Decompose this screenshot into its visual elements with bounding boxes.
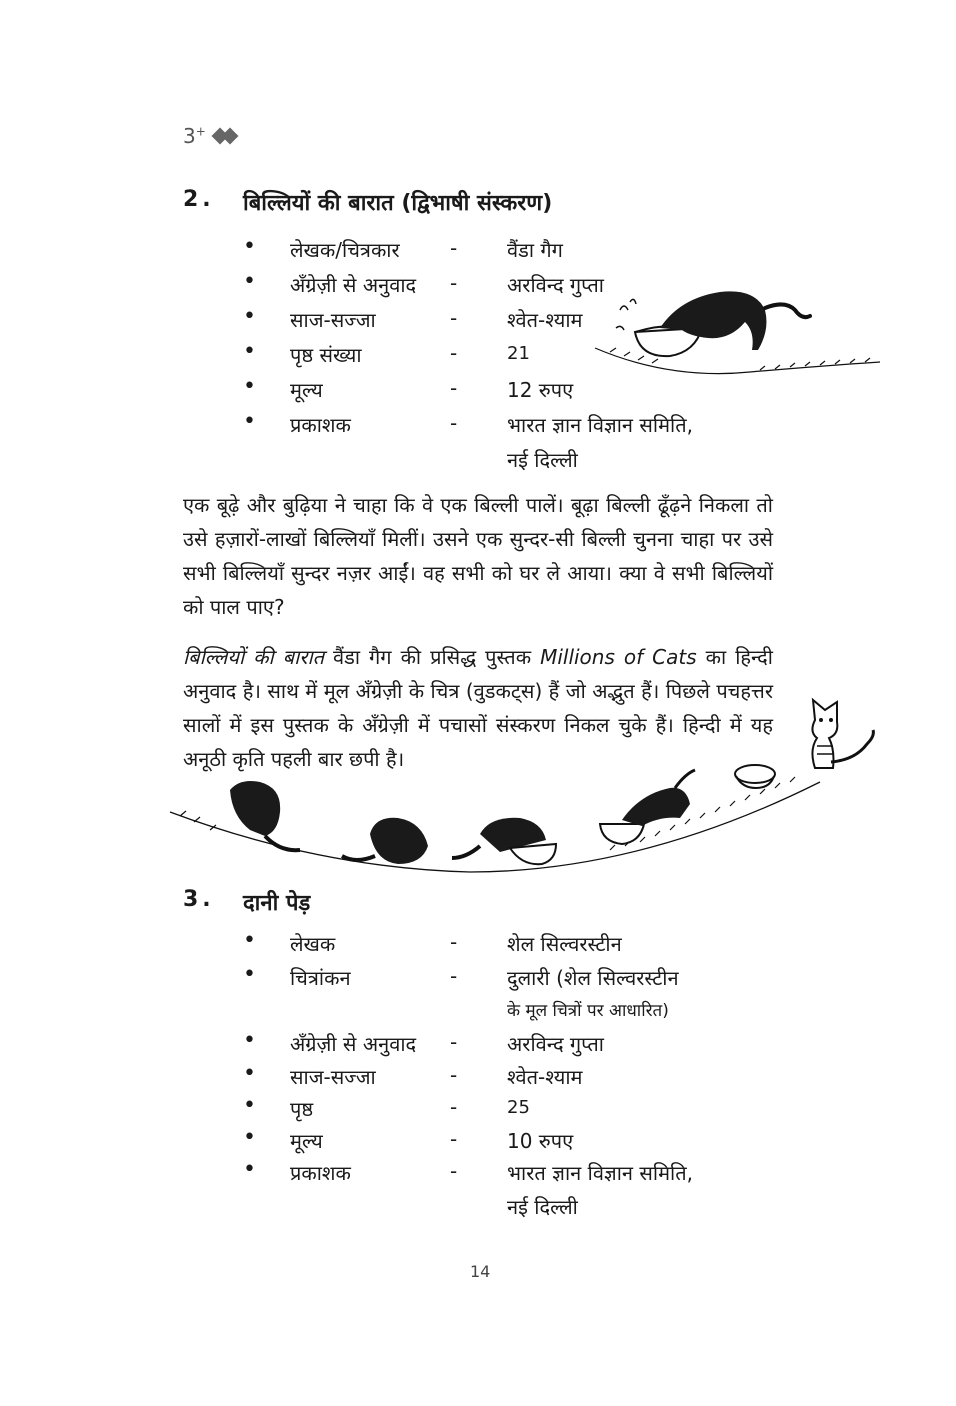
detail-value: दुलारी (शेल सिल्वरस्टीन [507,966,679,990]
cat-drinking-from-bowl-icon [594,291,881,375]
detail-label: लेखक [290,932,336,956]
age-badge: 3+ [183,124,242,148]
detail-value: 10 रुपए [507,1129,574,1153]
bullet: • [243,374,256,399]
book-title-english: Millions of Cats [540,645,697,669]
detail-label: प्रकाशक [290,1161,351,1185]
cats-procession-icon [169,764,821,873]
detail-value: अरविन्द गुप्ता [507,1032,604,1056]
detail-label: प्रकाशक [290,413,351,437]
bullet: • [243,1157,256,1182]
detail-dash: - [450,236,458,260]
bullet: • [243,962,256,987]
bullet: • [243,304,256,329]
detail-dash: - [450,1063,458,1087]
bullet: • [243,1125,256,1150]
diamonds-icon [211,127,242,145]
description-paragraph-2: बिल्लियों की बारात वैंडा गैग की प्रसिद्ध… [183,645,773,771]
detail-value: श्वेत-श्याम [507,1065,583,1089]
detail-value: शेल सिल्वरस्टीन [507,932,622,956]
book-title-hindi: बिल्लियों की बारात [183,645,325,669]
bullet: • [243,234,256,259]
detail-label: मूल्य [290,1129,323,1153]
detail-dash: - [450,306,458,330]
detail-dash: - [450,1030,458,1054]
bullet: • [243,1061,256,1086]
bullet: • [243,1028,256,1053]
detail-dash: - [450,930,458,954]
detail-value: भारत ज्ञान विज्ञान समिति, [507,1161,693,1185]
detail-value: श्वेत-श्याम [507,308,583,332]
detail-value: 25 [507,1097,530,1118]
detail-label: लेखक/चित्रकार [290,238,400,262]
detail-value: 21 [507,343,530,364]
detail-label: चित्रांकन [290,966,351,990]
detail-dash: - [450,1127,458,1151]
section-2-number: 2. [183,187,215,212]
detail-dash: - [450,411,458,435]
detail-dash: - [450,271,458,295]
detail-label: साज-सज्जा [290,1065,376,1089]
bullet: • [243,269,256,294]
bullet: • [243,409,256,434]
detail-label: साज-सज्जा [290,308,376,332]
detail-label: मूल्य [290,378,323,402]
detail-label: पृष्ठ [290,1097,314,1121]
detail-value: भारत ज्ञान विज्ञान समिति, [507,413,693,437]
detail-dash: - [450,341,458,365]
age-label: 3+ [183,124,206,148]
bullet: • [243,1093,256,1118]
detail-value: वैंडा गैग [507,238,563,262]
description-paragraph-1: एक बूढ़े और बुढ़िया ने चाहा कि वे एक बिल… [183,493,773,619]
detail-label: पृष्ठ संख्या [290,343,362,367]
bullet: • [243,928,256,953]
page-number: 14 [470,1262,491,1281]
detail-dash: - [450,376,458,400]
detail-value-line2: के मूल चित्रों पर आधारित) [507,1001,669,1021]
detail-label: अँग्रेज़ी से अनुवाद [290,273,417,297]
detail-dash: - [450,964,458,988]
detail-label: अँग्रेज़ी से अनुवाद [290,1032,417,1056]
bullet: • [243,339,256,364]
section-3-title: दानी पेड़ [243,891,311,916]
detail-dash: - [450,1159,458,1183]
detail-value: 12 रुपए [507,378,574,402]
section-3-number: 3. [183,887,215,912]
detail-value-line2: नई दिल्ली [507,448,578,472]
detail-dash: - [450,1095,458,1119]
section-2-title: बिल्लियों की बारात (द्विभाषी संस्करण) [243,191,553,216]
detail-value-line2: नई दिल्ली [507,1195,578,1219]
